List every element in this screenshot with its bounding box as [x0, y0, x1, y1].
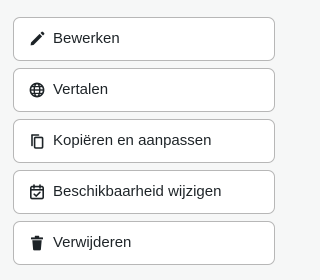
edit-label: Bewerken: [53, 30, 120, 47]
calendar-check-icon: [26, 181, 48, 203]
copy-and-edit-button[interactable]: Kopiëren en aanpassen: [13, 119, 275, 163]
delete-label: Verwijderen: [53, 234, 132, 251]
change-availability-button[interactable]: Beschikbaarheid wijzigen: [13, 170, 275, 214]
delete-button[interactable]: Verwijderen: [13, 221, 275, 265]
copy-icon: [26, 130, 48, 152]
edit-button[interactable]: Bewerken: [13, 17, 275, 61]
translate-label: Vertalen: [53, 81, 109, 98]
change-availability-label: Beschikbaarheid wijzigen: [53, 183, 222, 200]
globe-icon: [26, 79, 48, 101]
action-menu: Bewerken Vertalen Kopiëren en aanpassen: [0, 0, 288, 280]
translate-button[interactable]: Vertalen: [13, 68, 275, 112]
trash-icon: [26, 232, 48, 254]
copy-and-edit-label: Kopiëren en aanpassen: [53, 132, 212, 149]
pencil-icon: [26, 28, 48, 50]
